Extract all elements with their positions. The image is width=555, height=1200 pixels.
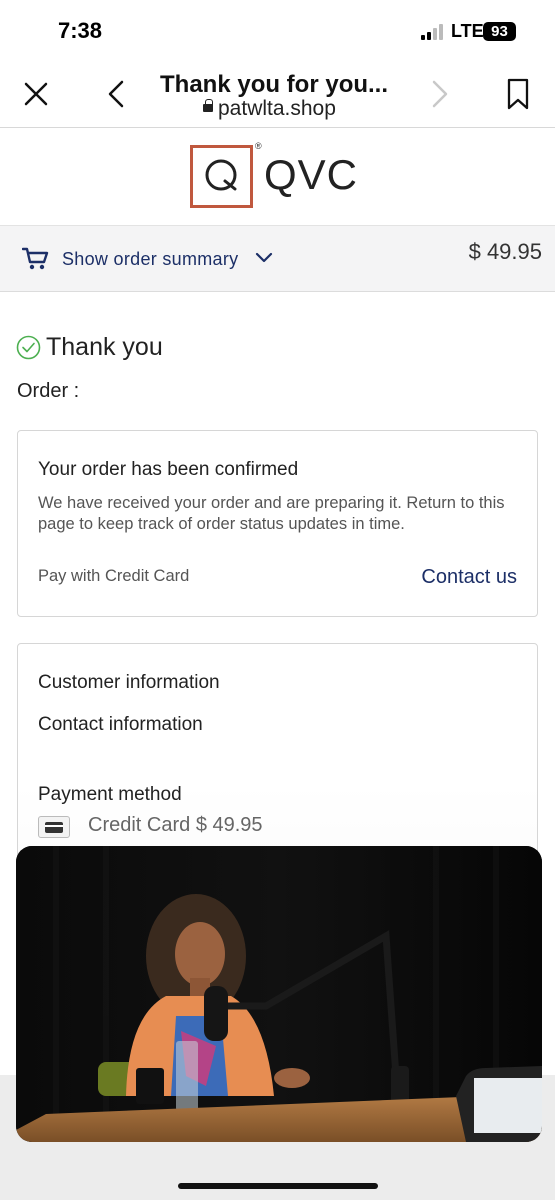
status-bar: 7:38 LTE 93 [0, 0, 555, 62]
contact-us-link[interactable]: Contact us [421, 566, 517, 589]
cart-icon [22, 247, 49, 270]
qvc-logo-text[interactable]: QVC [264, 151, 358, 199]
payment-method-heading: Payment method [38, 784, 182, 805]
forward-icon[interactable] [422, 76, 458, 112]
payment-method-value: Credit Card $ 49.95 [88, 814, 263, 836]
picture-in-picture-video[interactable] [16, 846, 542, 1142]
signal-icon [421, 24, 445, 40]
bookmark-icon[interactable] [500, 76, 536, 112]
check-circle-icon [16, 335, 41, 360]
network-label: LTE [451, 21, 484, 41]
page-url[interactable]: patwlta.shop [218, 97, 336, 121]
order-confirmed-card: Your order has been confirmed We have re… [17, 430, 538, 617]
credit-card-icon [38, 816, 70, 838]
confirmed-message: We have received your order and are prep… [38, 494, 505, 533]
contact-info-heading: Contact information [38, 714, 203, 735]
battery-indicator: 93 [483, 22, 516, 41]
order-summary-toggle[interactable]: Show order summary $ 49.95 [0, 226, 555, 292]
store-header: ® QVC [0, 129, 555, 226]
order-number-label: Order : [17, 380, 80, 402]
registered-mark: ® [255, 141, 262, 151]
show-order-summary-label[interactable]: Show order summary [62, 249, 238, 270]
order-total: $ 49.95 [468, 239, 542, 264]
thank-you-heading: Thank you [46, 333, 163, 361]
close-icon[interactable] [18, 76, 54, 112]
status-time: 7:38 [58, 18, 103, 43]
customer-info-title: Customer information [38, 672, 220, 693]
confirmed-title: Your order has been confirmed [38, 459, 299, 480]
qvc-logo-mark[interactable] [190, 145, 253, 208]
home-indicator[interactable] [178, 1183, 378, 1189]
lock-icon [203, 99, 213, 112]
chevron-down-icon[interactable] [254, 250, 274, 266]
browser-nav-bar: Thank you for you... patwlta.shop [0, 62, 555, 128]
logo-q-icon [205, 159, 237, 191]
page-title: Thank you for you... [160, 71, 389, 98]
back-icon[interactable] [100, 76, 136, 112]
redacted-contact [35, 744, 245, 770]
video-frame [16, 846, 542, 1142]
